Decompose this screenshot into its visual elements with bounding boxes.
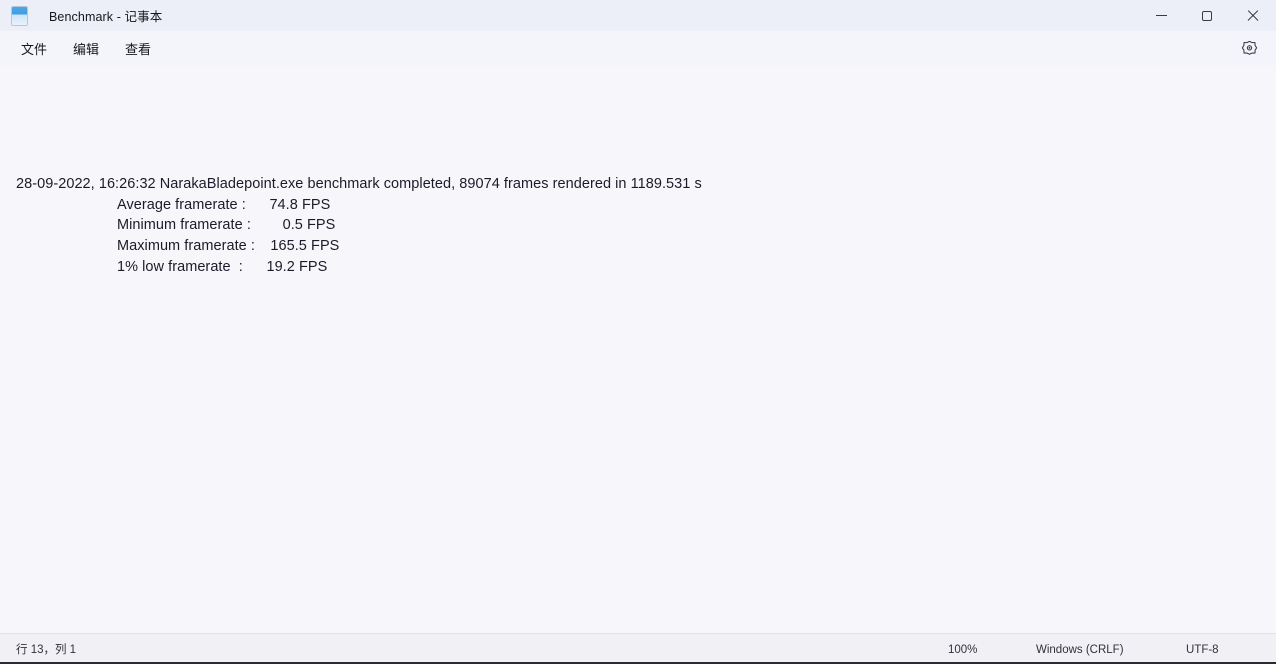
stat-line-average: Average framerate :74.8 FPS — [16, 195, 1276, 216]
close-icon — [1247, 10, 1259, 22]
stat-line-minimum: Minimum framerate :0.5 FPS — [16, 215, 1276, 236]
stat-value: 19.2 — [266, 258, 295, 275]
maximize-icon — [1202, 10, 1212, 21]
benchmark-header-line: 28-09-2022, 16:26:32 NarakaBladepoint.ex… — [16, 175, 702, 192]
notepad-window: Benchmark - 记事本 文件 编辑 查看 28-09-2022, 16:… — [0, 0, 1276, 664]
minimize-button[interactable] — [1138, 0, 1184, 31]
notepad-document-icon — [12, 6, 27, 25]
stat-unit: FPS — [301, 196, 331, 213]
stat-line-maximum: Maximum framerate :165.5 FPS — [16, 236, 1276, 257]
stat-value: 74.8 — [269, 196, 298, 213]
close-button[interactable] — [1230, 0, 1276, 31]
status-bar: 行 13，列 1 100% Windows (CRLF) UTF-8 — [0, 633, 1276, 664]
zoom-level-status[interactable]: 100% — [934, 644, 1022, 656]
stat-unit: FPS — [298, 258, 328, 275]
menu-bar: 文件 编辑 查看 — [0, 31, 1276, 65]
stat-line-onepercent-low: 1% low framerate :19.2 FPS — [16, 257, 1276, 278]
status-bar-right: 100% Windows (CRLF) UTF-8 — [934, 634, 1276, 664]
menu-file[interactable]: 文件 — [8, 35, 60, 62]
stat-label: Maximum framerate — [117, 238, 251, 255]
window-title: Benchmark - 记事本 — [49, 10, 163, 24]
cursor-position-status[interactable]: 行 13，列 1 — [0, 641, 76, 657]
gear-icon — [1241, 40, 1257, 55]
line-ending-status[interactable]: Windows (CRLF) — [1022, 644, 1172, 656]
stat-label: Minimum framerate — [117, 217, 247, 234]
stat-label: Average framerate — [117, 196, 242, 213]
title-bar: Benchmark - 记事本 — [0, 0, 1276, 31]
title-bar-left: Benchmark - 记事本 — [0, 0, 162, 31]
settings-button[interactable] — [1234, 35, 1264, 61]
stat-unit: FPS — [311, 238, 340, 255]
stat-label: 1% low framerate — [117, 258, 239, 275]
window-controls — [1138, 0, 1276, 31]
maximize-button[interactable] — [1184, 0, 1230, 31]
stat-value: 165.5 — [270, 238, 307, 255]
minimize-icon — [1155, 15, 1167, 16]
stat-unit: FPS — [307, 217, 336, 234]
menu-view[interactable]: 查看 — [112, 35, 164, 62]
document-content: 28-09-2022, 16:26:32 NarakaBladepoint.ex… — [16, 153, 1276, 319]
stat-value: 0.5 — [282, 217, 303, 234]
menu-edit[interactable]: 编辑 — [60, 35, 112, 62]
encoding-status[interactable]: UTF-8 — [1172, 644, 1276, 656]
text-editor-area[interactable]: 28-09-2022, 16:26:32 NarakaBladepoint.ex… — [0, 65, 1276, 633]
